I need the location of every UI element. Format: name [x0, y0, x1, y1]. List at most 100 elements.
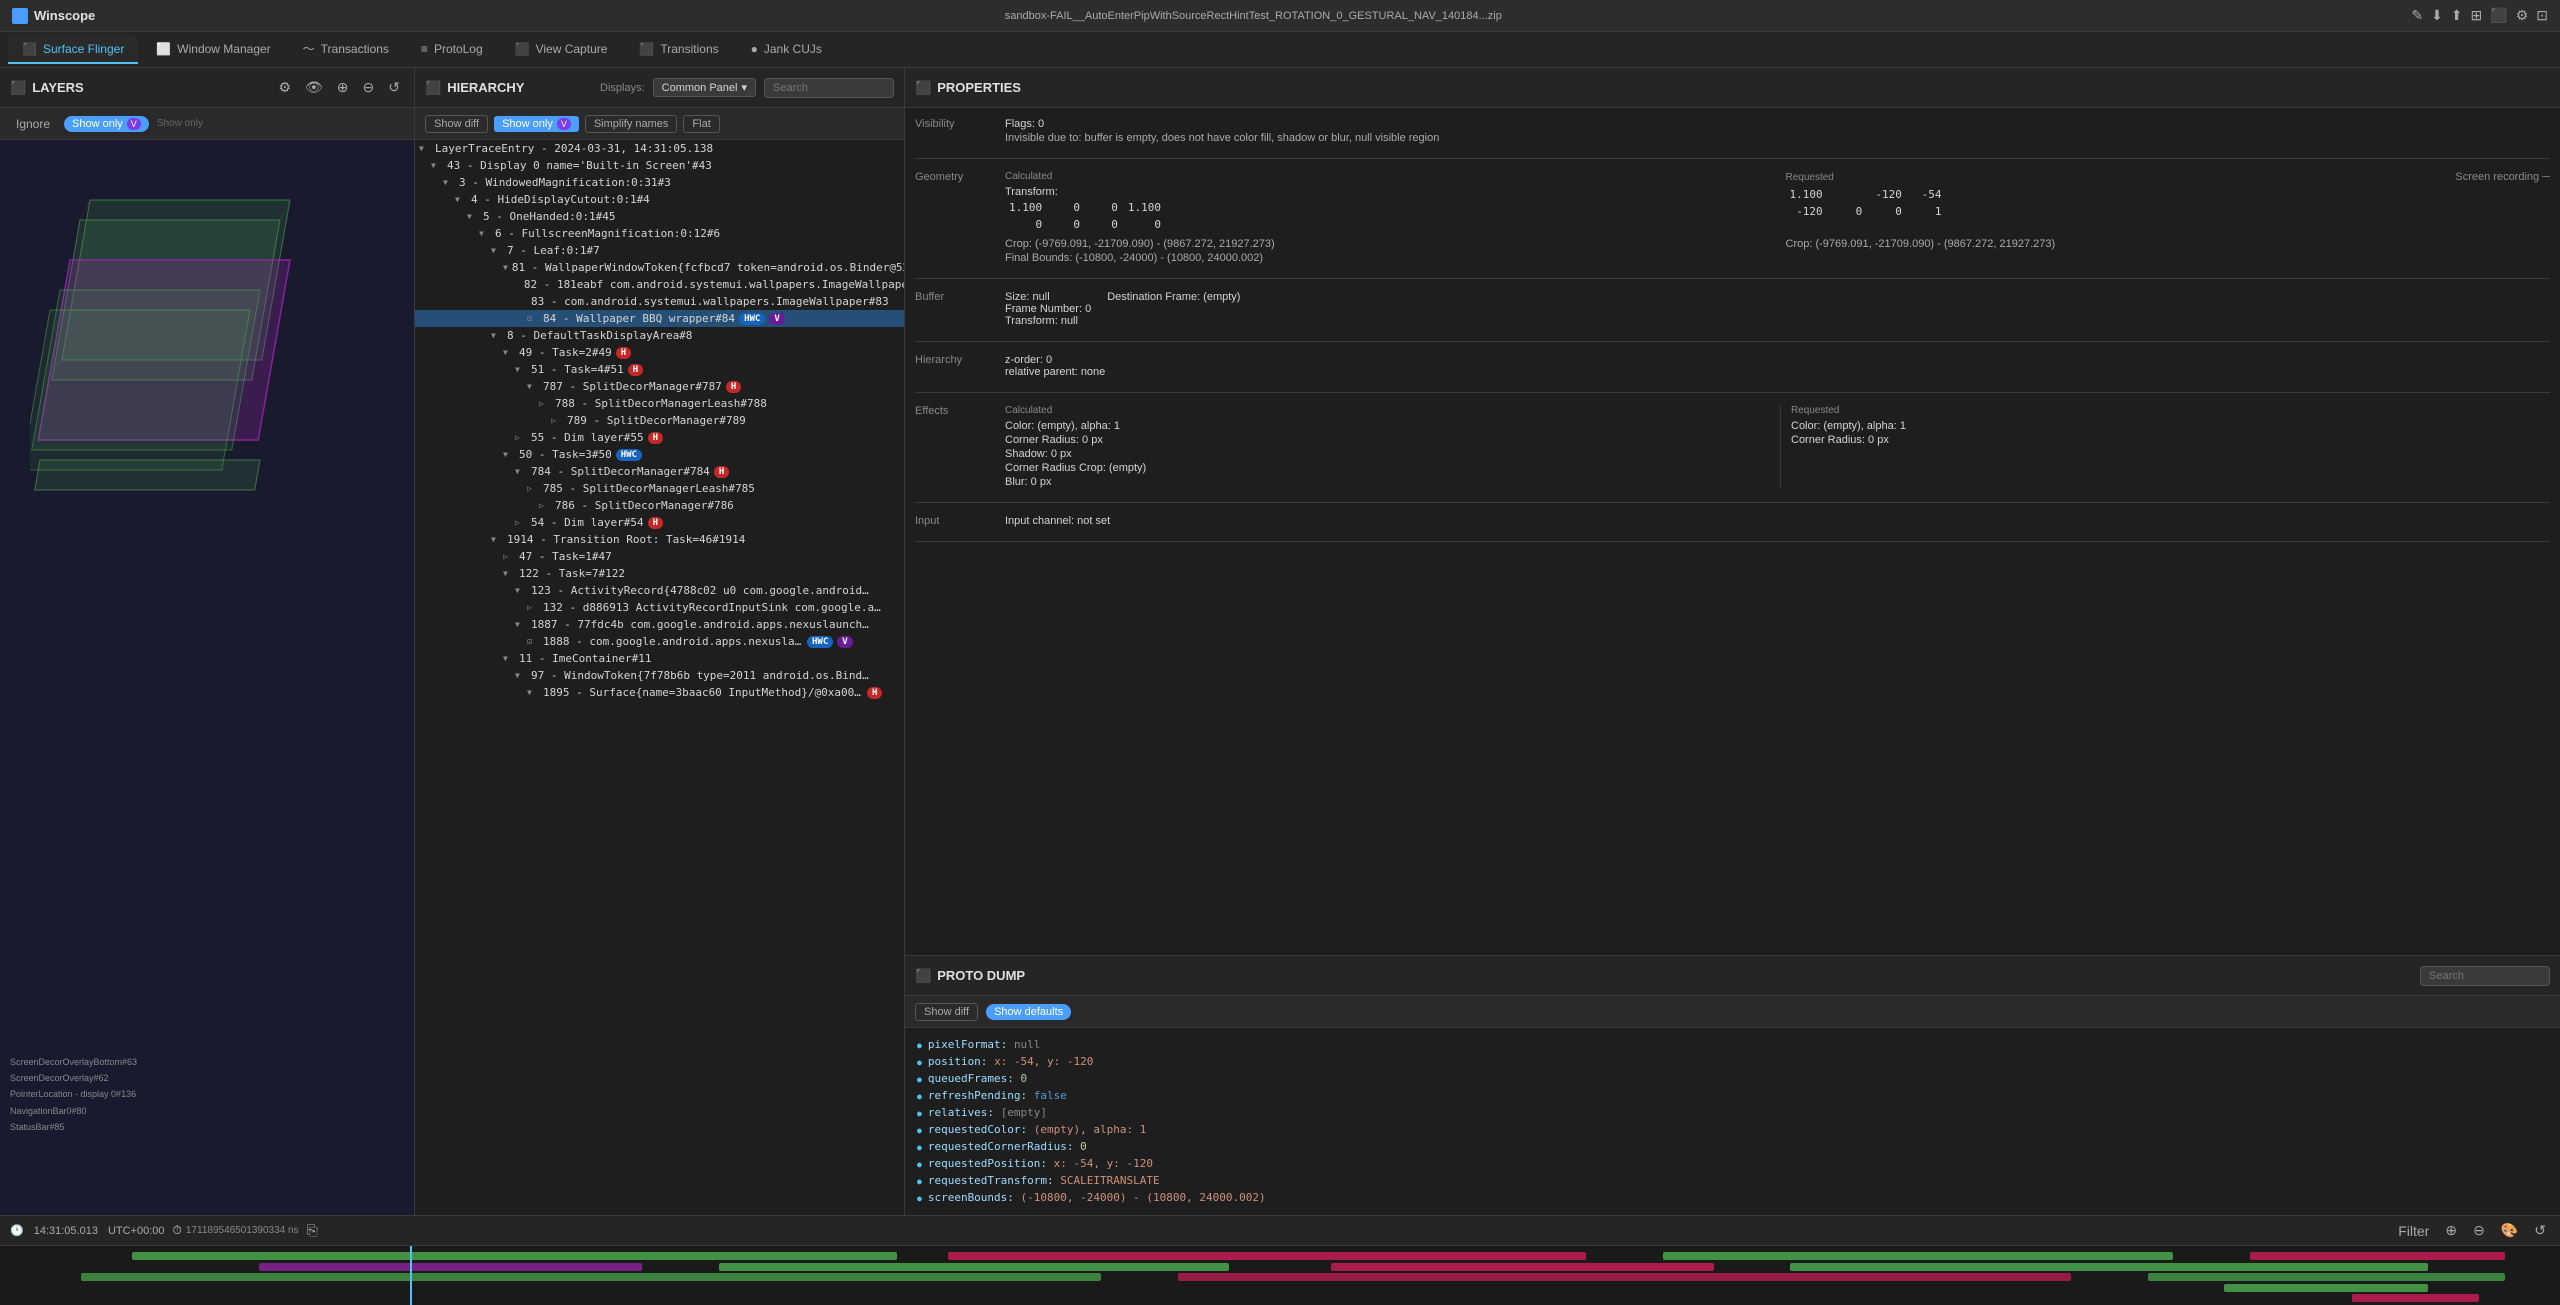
layers-settings-btn[interactable]: ⚙ — [274, 77, 295, 98]
timeline-timezone: UTC+00:00 — [108, 1225, 165, 1237]
geometry-row: Geometry Calculated Transform: 1.100 0 0 — [915, 171, 2550, 264]
tree-node[interactable]: ▼ 122 - Task=7#122 — [415, 565, 904, 582]
tree-node[interactable]: ▼ 1887 - 77fdc4b com.google.android.apps… — [415, 616, 904, 633]
tree-node[interactable]: ▼ 81 - WallpaperWindowToken{fcfbcd7 toke… — [415, 259, 904, 276]
tab-view-capture-label: View Capture — [536, 42, 608, 56]
layers-toolbar: Ignore Show only V Show only — [0, 108, 414, 140]
tree-node[interactable]: ▼ 1914 - Transition Root: Task=46#1914 — [415, 531, 904, 548]
upload-icon[interactable]: ⬆ — [2451, 7, 2463, 24]
tree-node[interactable]: ▷ 785 - SplitDecorManagerLeash#785 — [415, 480, 904, 497]
surface-flinger-icon: ⬛ — [22, 42, 37, 56]
hierarchy-section: Hierarchy z-order: 0 relative parent: no… — [915, 354, 2550, 393]
track-bar — [1331, 1263, 1714, 1271]
track-bar — [132, 1252, 898, 1260]
ignore-button[interactable]: Ignore — [10, 115, 56, 133]
proto-icon: ⬛ — [915, 968, 931, 984]
displays-value: Common Panel — [662, 82, 738, 94]
tree-node[interactable]: ▼ 49 - Task=2#49 H — [415, 344, 904, 361]
tree-node[interactable]: ▼ 50 - Task=3#50 HWC — [415, 446, 904, 463]
screenshot-icon[interactable]: ⬛ — [2490, 7, 2507, 24]
tree-node[interactable]: ▼ 4 - HideDisplayCutout:0:1#4 — [415, 191, 904, 208]
tree-node[interactable]: ▼ 7 - Leaf:0:1#7 — [415, 242, 904, 259]
tree-node-selected[interactable]: ⊡ 84 - Wallpaper BBQ wrapper#84 HWC V — [415, 310, 904, 327]
tree-node[interactable]: ▷ 47 - Task=1#47 — [415, 548, 904, 565]
tree-node[interactable]: ▼ 6 - FullscreenMagnification:0:12#6 — [415, 225, 904, 242]
layer-label-screendecoroverlybottom: ScreenDecorOverlayBottom#63 — [10, 1054, 137, 1070]
tree-node[interactable]: ▼ 8 - DefaultTaskDisplayArea#8 — [415, 327, 904, 344]
show-only-button[interactable]: Show only V — [64, 116, 149, 132]
tab-surface-flinger[interactable]: ⬛ Surface Flinger — [8, 36, 138, 64]
proto-item: ● position: x: -54, y: -120 — [917, 1053, 2548, 1070]
tree-node[interactable]: ▼ 5 - OneHanded:0:1#45 — [415, 208, 904, 225]
simplify-names-button[interactable]: Simplify names — [585, 115, 678, 133]
show-only-h-badge: V — [557, 118, 571, 130]
show-diff-button[interactable]: Show diff — [425, 115, 488, 133]
tab-view-capture[interactable]: ⬛ View Capture — [501, 36, 622, 64]
tree-node[interactable]: ▷ 132 - d886913 ActivityRecordInputSink … — [415, 599, 904, 616]
proto-title: ⬛ PROTO DUMP — [915, 968, 1025, 984]
tree-node[interactable]: ▼ 43 - Display 0 name='Built-in Screen'#… — [415, 157, 904, 174]
edit-icon[interactable]: ✎ — [2411, 7, 2423, 24]
proto-content: ● pixelFormat: null ● position: x: -54, … — [905, 1028, 2560, 1215]
tree-node[interactable]: ▼ 11 - ImeContainer#11 — [415, 650, 904, 667]
tree-node[interactable]: ▷ 789 - SplitDecorManager#789 — [415, 412, 904, 429]
input-row: Input Input channel: not set — [915, 515, 2550, 527]
tree-node[interactable]: ▷ 788 - SplitDecorManagerLeash#788 — [415, 395, 904, 412]
tree-node[interactable]: ▷ 55 - Dim layer#55 H — [415, 429, 904, 446]
timeline: 🕐 14:31:05.013 UTC+00:00 ⏱ 1711895465013… — [0, 1215, 2560, 1305]
timeline-zoom-in-button[interactable]: ⊕ — [2441, 1220, 2461, 1241]
tree-node[interactable]: ▷ 83 - com.android.systemui.wallpapers.I… — [415, 293, 904, 310]
tab-transitions[interactable]: ⬛ Transitions — [625, 36, 732, 64]
proto-show-defaults-button[interactable]: Show defaults — [986, 1004, 1071, 1020]
hierarchy-search[interactable] — [764, 78, 894, 98]
show-only-label: Show only — [72, 118, 123, 130]
layers-eye-btn[interactable]: 👁 — [301, 77, 327, 98]
tab-surface-flinger-label: Surface Flinger — [43, 42, 124, 56]
tree-node[interactable]: ▼ 787 - SplitDecorManager#787 H — [415, 378, 904, 395]
layers-zoom-out-btn[interactable]: ⊖ — [359, 77, 379, 98]
tree-node[interactable]: ⊡ 1888 - com.google.android.apps.nexusla… — [415, 633, 904, 650]
proto-show-diff-button[interactable]: Show diff — [915, 1003, 978, 1021]
timeline-time: 14:31:05.013 — [34, 1225, 98, 1237]
tree-node[interactable]: ▼ 784 - SplitDecorManager#784 H — [415, 463, 904, 480]
layers-refresh-btn[interactable]: ↺ — [384, 77, 404, 98]
timeline-color-button[interactable]: 🎨 — [2497, 1220, 2522, 1241]
tree-node[interactable]: ▼ 3 - WindowedMagnification:0:31#3 — [415, 174, 904, 191]
crop-calc: Crop: (-9769.091, -21709.090) - (9867.27… — [1005, 238, 1770, 250]
timeline-reset-button[interactable]: ↺ — [2530, 1220, 2550, 1241]
grid-icon[interactable]: ⊞ — [2471, 7, 2483, 24]
timeline-ns-row: ⏱ 171189546501390334 ns ⎘ — [173, 1220, 322, 1241]
show-only-h-button[interactable]: Show only V — [494, 116, 579, 132]
tree-node[interactable]: ▷ 82 - 181eabf com.android.systemui.wall… — [415, 276, 904, 293]
tab-protolog[interactable]: ≡ ProtoLog — [407, 36, 497, 64]
tab-jank-cujs[interactable]: ● Jank CUJs — [737, 36, 836, 64]
show-only-layers-label: Show only — [157, 118, 203, 129]
timeline-zoom-out-button[interactable]: ⊖ — [2469, 1220, 2489, 1241]
tree-node[interactable]: ▼ LayerTraceEntry - 2024-03-31, 14:31:05… — [415, 140, 904, 157]
layers-zoom-in-btn[interactable]: ⊕ — [333, 77, 353, 98]
hierarchy-tree[interactable]: ▼ LayerTraceEntry - 2024-03-31, 14:31:05… — [415, 140, 904, 1215]
badge-hwc: HWC — [616, 449, 642, 461]
flat-button[interactable]: Flat — [683, 115, 719, 133]
timeline-filter-button[interactable]: Filter — [2394, 1221, 2433, 1241]
settings-icon[interactable]: ⚙ — [2516, 7, 2529, 24]
timeline-content[interactable] — [0, 1246, 2560, 1305]
proto-search[interactable] — [2420, 966, 2550, 986]
buffer-frame-number: Frame Number: 0 — [1005, 303, 1091, 315]
tab-window-manager[interactable]: ⬜ Window Manager — [142, 36, 284, 64]
copy-ns-button[interactable]: ⎘ — [303, 1220, 322, 1241]
track-bar — [719, 1263, 1229, 1271]
download-icon[interactable]: ⬇ — [2431, 7, 2443, 24]
corner-radius-calc: Corner Radius: 0 px — [1005, 434, 1764, 446]
tree-node[interactable]: ▼ 51 - Task=4#51 H — [415, 361, 904, 378]
tree-node[interactable]: ▼ 123 - ActivityRecord{4788c02 u0 com.go… — [415, 582, 904, 599]
tree-node[interactable]: ▷ 54 - Dim layer#54 H — [415, 514, 904, 531]
expand-icon[interactable]: ⊡ — [2536, 7, 2548, 24]
tree-node[interactable]: ▼ 97 - WindowToken{7f78b6b type=2011 and… — [415, 667, 904, 684]
tree-node[interactable]: ▼ 1895 - Surface{name=3baac60 InputMetho… — [415, 684, 904, 701]
tree-node[interactable]: ▷ 786 - SplitDecorManager#786 — [415, 497, 904, 514]
proto-header: ⬛ PROTO DUMP — [905, 956, 2560, 996]
visibility-label: Visibility — [915, 118, 995, 144]
displays-dropdown[interactable]: Common Panel ▾ — [653, 78, 756, 97]
tab-transactions[interactable]: 〜 Transactions — [289, 34, 403, 65]
